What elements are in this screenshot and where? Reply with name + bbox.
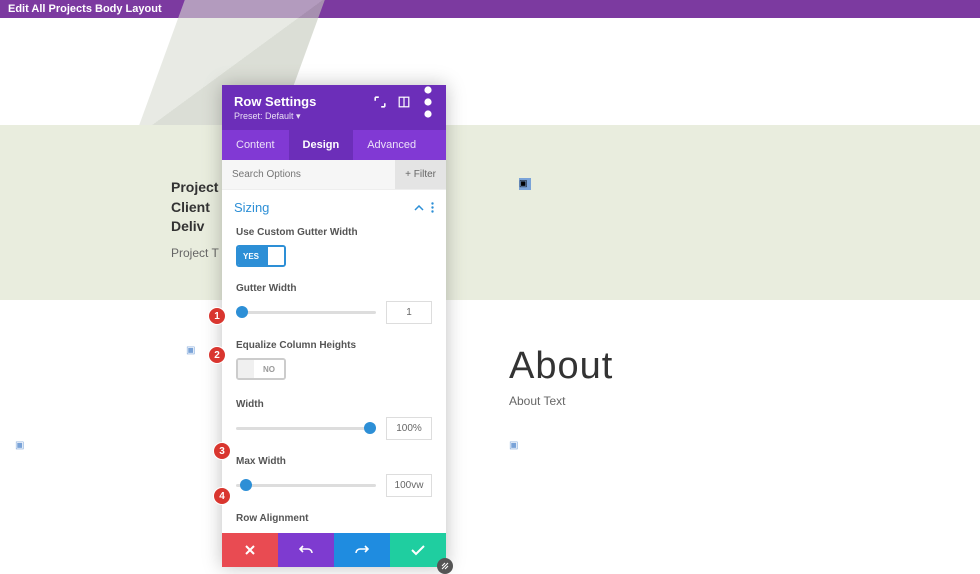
kebab-icon[interactable] [431, 202, 434, 213]
redo-button[interactable] [334, 533, 390, 567]
about-text: About Text [509, 394, 613, 408]
search-row: + Filter [222, 160, 446, 190]
bg-decoration [0, 18, 980, 138]
opt-label: Use Custom Gutter Width [236, 227, 432, 238]
opt-label: Width [236, 399, 432, 410]
slider-max-width[interactable] [236, 484, 376, 487]
section-title: Sizing [234, 200, 269, 215]
opt-custom-gutter: Use Custom Gutter Width YES [222, 221, 446, 277]
undo-button[interactable] [278, 533, 334, 567]
snap-icon[interactable] [398, 96, 410, 108]
chevron-up-icon[interactable] [414, 205, 424, 211]
opt-row-alignment: Row Alignment [222, 507, 446, 533]
placeholder-image-icon: ▣ [519, 178, 531, 190]
callout-3: 3 [213, 442, 231, 460]
opt-width: Width [222, 393, 446, 450]
opt-label: Equalize Column Heights [236, 340, 432, 351]
tab-advanced[interactable]: Advanced [353, 130, 430, 160]
tab-bar: Content Design Advanced [222, 130, 446, 160]
project-subtext: Project T [171, 246, 219, 260]
about-block: About About Text [509, 345, 613, 408]
filter-button[interactable]: + Filter [395, 160, 446, 189]
toggle-custom-gutter[interactable]: YES [236, 245, 286, 267]
preset-label[interactable]: Preset: Default ▾ [234, 111, 434, 122]
slider-thumb[interactable] [240, 479, 252, 491]
placeholder-image-icon: ▣ [15, 440, 29, 454]
width-value[interactable] [386, 417, 432, 440]
placeholder-image-icon: ▣ [509, 440, 523, 454]
opt-equalize: Equalize Column Heights NO [222, 334, 446, 393]
opt-max-width: Max Width [222, 450, 446, 507]
callout-1: 1 [208, 307, 226, 325]
row-settings-modal: Row Settings Preset: Default ▾ Content D… [222, 85, 446, 567]
kebab-icon[interactable] [422, 96, 434, 108]
slider-thumb[interactable] [364, 422, 376, 434]
tab-content[interactable]: Content [222, 130, 289, 160]
slider-thumb[interactable] [236, 306, 248, 318]
cancel-button[interactable] [222, 533, 278, 567]
modal-header[interactable]: Row Settings Preset: Default ▾ [222, 85, 446, 130]
tab-design[interactable]: Design [289, 130, 354, 160]
callout-4: 4 [213, 487, 231, 505]
expand-icon[interactable] [374, 96, 386, 108]
section-sizing-header[interactable]: Sizing [222, 190, 446, 221]
gutter-width-value[interactable] [386, 301, 432, 324]
action-bar [222, 533, 446, 567]
search-input[interactable] [222, 160, 395, 189]
top-bar: Edit All Projects Body Layout [0, 0, 980, 18]
opt-gutter-width: Gutter Width [222, 277, 446, 334]
opt-label: Row Alignment [236, 513, 432, 524]
max-width-value[interactable] [386, 474, 432, 497]
toggle-equalize[interactable]: NO [236, 358, 286, 380]
slider-width[interactable] [236, 427, 376, 430]
slider-gutter-width[interactable] [236, 311, 376, 314]
placeholder-image-icon: ▣ [186, 345, 200, 359]
opt-label: Gutter Width [236, 283, 432, 294]
resize-handle-icon[interactable] [437, 558, 453, 574]
hero-section [0, 125, 980, 300]
modal-title: Row Settings [234, 94, 316, 109]
about-title: About [509, 345, 613, 388]
opt-label: Max Width [236, 456, 432, 467]
project-heading: Project Client Deliv [171, 178, 218, 237]
callout-2: 2 [208, 346, 226, 364]
topbar-title: Edit All Projects Body Layout [8, 3, 162, 15]
